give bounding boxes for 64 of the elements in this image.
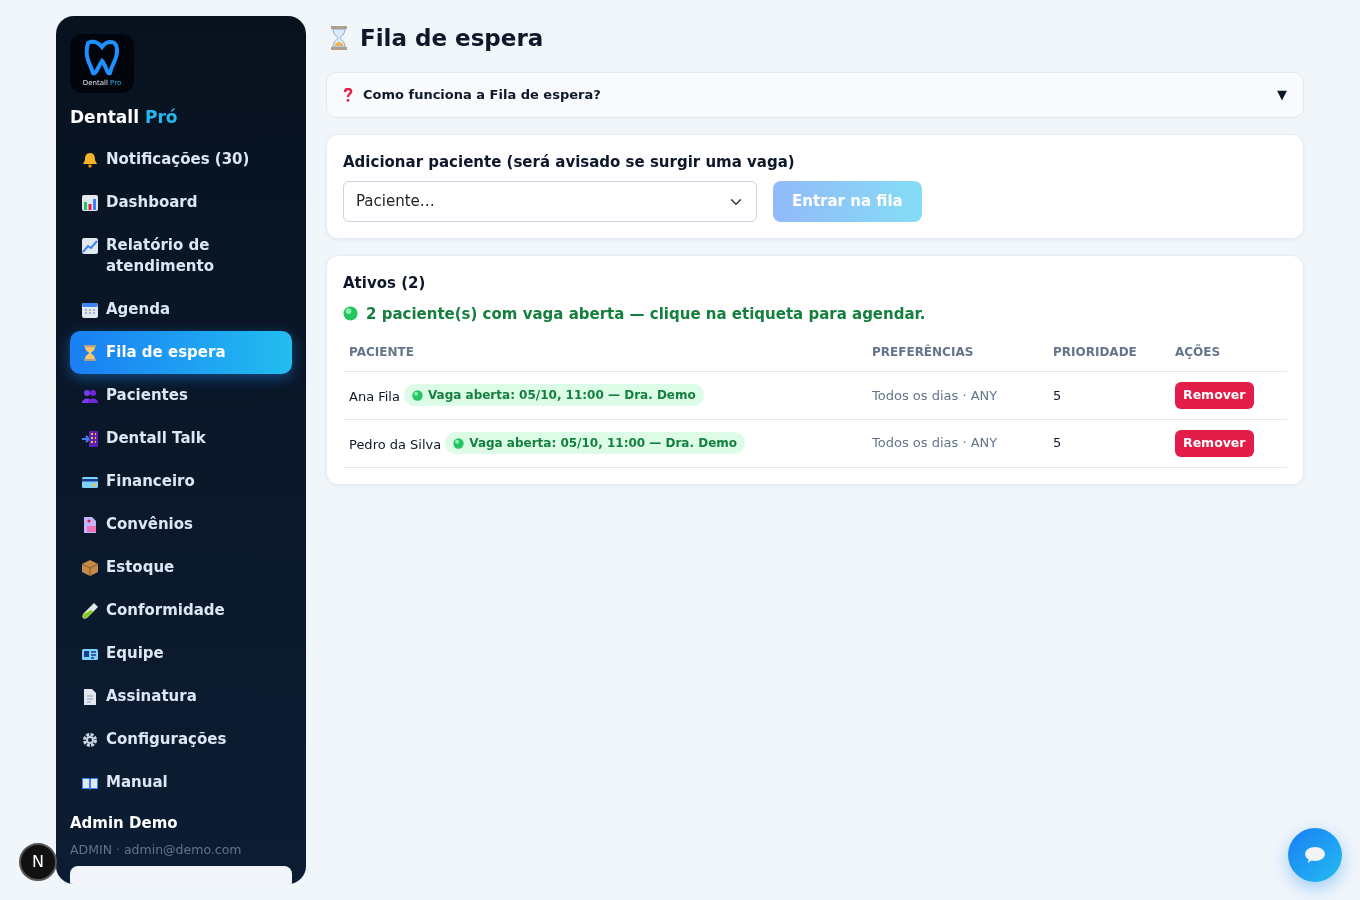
document-icon (82, 689, 98, 706)
nav-item[interactable]: Equipe (70, 632, 292, 676)
question-mark-icon (343, 87, 353, 102)
status-dot-icon (411, 389, 423, 401)
table-cell: 5 (1047, 419, 1169, 467)
page-title: Fila de espera (360, 23, 544, 53)
notice-text: 2 paciente(s) com vaga aberta — clique na etiqueta para agendar. (366, 303, 926, 325)
appointment-tag[interactable]: Vaga aberta: 05/10, 11:00 — Dra. Demo (445, 432, 746, 455)
user-details: ADMIN · admin@demo.com (70, 840, 243, 859)
status-dot-icon (343, 306, 358, 322)
table-cell: 5 (1047, 371, 1169, 420)
remove-button[interactable]: Remover (1175, 429, 1254, 457)
settings-icon (82, 732, 98, 749)
document-icon (82, 517, 98, 534)
card-title: Ativos (2) (343, 273, 427, 294)
brand-name: Dentall Pró (70, 105, 179, 129)
remove-button[interactable]: Remover (1175, 382, 1254, 409)
calendar-icon (82, 302, 98, 319)
nav-item[interactable]: Pacientes (70, 374, 292, 418)
nav-item[interactable]: Dentall Talk (70, 417, 292, 461)
test-tube-icon (82, 603, 98, 620)
help-accordion[interactable]: Como funciona a Fila de espera? ▼ (326, 72, 1304, 118)
column-header: PRIORIDADE (1047, 333, 1169, 372)
nav-item[interactable]: Manual (70, 761, 292, 805)
book-icon (82, 775, 98, 792)
column-header: PACIENTE (343, 333, 866, 372)
nav-item[interactable]: Estoque (70, 546, 292, 590)
credit-card-icon (82, 474, 98, 491)
line-chart-icon (82, 238, 98, 255)
nav-item[interactable]: Configurações (70, 718, 292, 762)
column-header: PREFERÊNCIAS (866, 333, 1047, 372)
help-question: Como funciona a Fila de espera? (363, 86, 602, 104)
nav-item[interactable]: Conformidade (70, 589, 292, 633)
nav-item[interactable]: Notificações (30) (70, 138, 292, 182)
patient-name: Ana Fila (349, 388, 400, 404)
user-name: Admin Demo (70, 813, 179, 835)
bell-icon (82, 152, 98, 169)
bar-chart-icon (82, 195, 98, 212)
patient-select[interactable]: Paciente… (343, 181, 757, 222)
sidebar-button[interactable] (70, 865, 292, 884)
nav-item[interactable]: Relatório de atendimento (70, 224, 292, 289)
column-header: AÇÕES (1169, 333, 1287, 372)
chat-button[interactable] (1288, 828, 1342, 882)
grid-icon (82, 431, 98, 448)
nav-item[interactable]: Dashboard (70, 181, 292, 225)
people-icon (82, 388, 98, 405)
dev-tools-badge[interactable]: N (19, 843, 57, 881)
appointment-tag[interactable]: Vaga aberta: 05/10, 11:00 — Dra. Demo (403, 384, 704, 407)
nav-item[interactable]: Agenda (70, 288, 292, 332)
nav-item[interactable]: Assinatura (70, 675, 292, 719)
chat-bubble-icon (1304, 846, 1326, 864)
nav-item[interactable]: Convênios (70, 503, 292, 547)
table-cell: Todos os dias · ANY (866, 371, 1047, 420)
card-title: Adicionar paciente (será avisado se surgir uma vaga) (343, 151, 796, 173)
status-dot-icon (453, 437, 465, 449)
hourglass-icon (82, 345, 98, 362)
tooth-logo-icon (82, 38, 122, 77)
expand-toggle[interactable]: ▼ (1277, 85, 1287, 105)
box-icon (82, 560, 98, 577)
table-cell: Todos os dias · ANY (866, 419, 1047, 467)
nav-item[interactable]: Financeiro (70, 460, 292, 504)
patient-name: Pedro da Silva (349, 436, 442, 452)
hourglass-icon (330, 26, 348, 50)
id-card-icon (82, 646, 98, 663)
